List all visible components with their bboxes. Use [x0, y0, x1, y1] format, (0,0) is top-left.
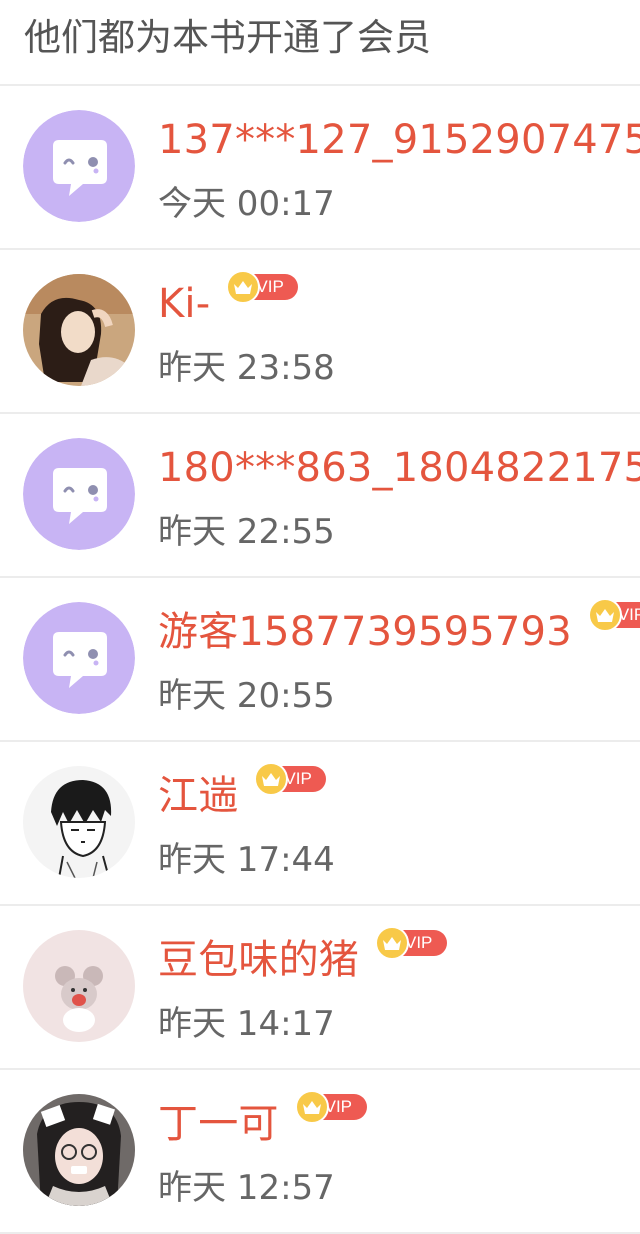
vip-label: VIP	[405, 933, 433, 952]
member-row[interactable]: 游客1587739595793 VIP 昨天 20:55	[0, 578, 640, 742]
member-name-line: 江遄 VIP	[158, 762, 328, 828]
default-chat-avatar[interactable]	[23, 110, 135, 222]
vip-badge: VIP	[587, 598, 640, 632]
member-name[interactable]: Ki-	[158, 276, 210, 332]
member-time: 昨天 14:17	[158, 1004, 335, 1044]
cartoon-mouse-avatar[interactable]	[23, 930, 135, 1042]
member-row[interactable]: 137***127_9152907475 VIP 今天 00:17	[0, 86, 640, 250]
crown-icon	[375, 926, 409, 960]
member-name-line: 180***863_1804822175 VIP	[158, 440, 640, 500]
member-time: 今天 00:17	[158, 184, 335, 224]
member-name[interactable]: 江遄	[158, 768, 238, 824]
member-name[interactable]: 豆包味的猪	[158, 932, 359, 988]
member-name[interactable]: 丁一可	[158, 1096, 279, 1152]
member-time: 昨天 20:55	[158, 676, 335, 716]
member-row[interactable]: 豆包味的猪 VIP 昨天 14:17	[0, 906, 640, 1070]
page-title: 他们都为本书开通了会员	[24, 16, 431, 59]
vip-badge: VIP	[254, 762, 328, 796]
photo-avatar-woman[interactable]	[23, 274, 135, 386]
member-row[interactable]: 丁一可 VIP 昨天 12:57	[0, 1070, 640, 1234]
member-name[interactable]: 137***127_9152907475	[158, 112, 640, 168]
vip-label: VIP	[284, 769, 312, 788]
member-row[interactable]: Ki- VIP 昨天 23:58	[0, 250, 640, 414]
member-name-line: 豆包味的猪 VIP	[158, 926, 449, 992]
member-row[interactable]: 180***863_1804822175 VIP 昨天 22:55	[0, 414, 640, 578]
vip-label: VIP	[256, 277, 284, 296]
default-chat-avatar[interactable]	[23, 438, 135, 550]
page-header: 他们都为本书开通了会员	[0, 0, 640, 86]
default-chat-avatar[interactable]	[23, 602, 135, 714]
crown-icon	[587, 598, 622, 632]
photo-avatar-girl[interactable]	[23, 1094, 135, 1206]
member-row[interactable]: 江遄 VIP 昨天 17:44	[0, 742, 640, 906]
member-name[interactable]: 游客1587739595793	[158, 604, 572, 660]
member-name-line: 137***127_9152907475 VIP	[158, 112, 640, 172]
vip-badge: VIP	[226, 270, 300, 304]
member-name-line: 丁一可 VIP	[158, 1090, 369, 1156]
vip-label: VIP	[324, 1097, 353, 1116]
member-time: 昨天 17:44	[158, 840, 335, 880]
member-list: 137***127_9152907475 VIP 今天 00:17	[0, 86, 640, 1234]
vip-badge: VIP	[375, 926, 449, 960]
member-name-line: 游客1587739595793 VIP	[158, 598, 640, 664]
member-time: 昨天 12:57	[158, 1168, 335, 1208]
member-time: 昨天 22:55	[158, 512, 335, 552]
member-time: 昨天 23:58	[158, 348, 335, 388]
anime-sketch-avatar[interactable]	[23, 766, 135, 878]
member-name[interactable]: 180***863_1804822175	[158, 440, 640, 496]
member-name-line: Ki- VIP	[158, 270, 300, 336]
crown-icon	[294, 1090, 329, 1124]
vip-badge: VIP	[294, 1090, 369, 1124]
